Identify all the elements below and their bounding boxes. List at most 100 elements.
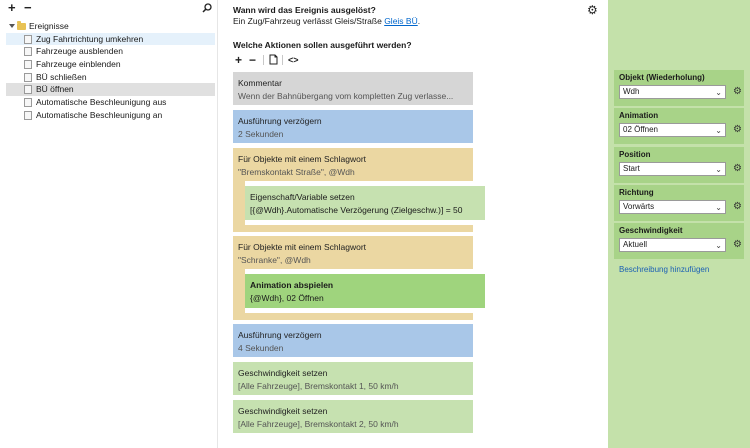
chevron-down-icon: ⌄ [715, 241, 722, 250]
event-editor: Wann wird das Ereignis ausgelöst? Ein Zu… [225, 0, 608, 448]
prop-animation: Animation 02 Öffnen ⌄ ⚙ [614, 108, 744, 144]
chevron-down-icon: ⌄ [715, 203, 722, 212]
action-detail: 2 Sekunden [238, 129, 284, 139]
tree-folder-ereignisse[interactable]: Ereignisse [0, 20, 218, 33]
document-icon [24, 34, 32, 44]
tree-item-label: Automatische Beschleunigung an [36, 109, 163, 120]
action-play-animation[interactable]: Animation abspielen {@Wdh}, 02 Öffnen [245, 274, 485, 308]
chevron-down-icon: ⌄ [715, 88, 722, 97]
trigger-question: Wann wird das Ereignis ausgelöst? [233, 5, 376, 15]
search-icon[interactable] [202, 3, 212, 17]
toolbar-divider [282, 55, 283, 65]
document-icon [24, 85, 32, 95]
loop-bracket [233, 269, 245, 313]
action-foreach-tag[interactable]: Für Objekte mit einem Schlagwort "Bremsk… [233, 148, 473, 181]
action-comment[interactable]: Kommentar Wenn der Bahnübergang vom komp… [233, 72, 473, 105]
tree-item-label: Fahrzeuge ausblenden [36, 46, 123, 57]
prop-direction: Richtung Vorwärts ⌄ ⚙ [614, 185, 744, 221]
app-window: + − Ereignisse Zug Fahrtrichtung umkehre… [0, 0, 750, 448]
tree-item-label: BÜ schließen [36, 71, 87, 82]
tree-item-label: BÜ öffnen [36, 84, 74, 95]
select-value: Wdh [623, 87, 640, 96]
action-title: Ausführung verzögern [238, 330, 322, 340]
prop-label: Position [619, 150, 651, 159]
action-foreach-tag[interactable]: Für Objekte mit einem Schlagwort "Schran… [233, 236, 473, 269]
prop-label: Animation [619, 111, 659, 120]
gear-icon[interactable]: ⚙ [587, 3, 598, 17]
action-delay[interactable]: Ausführung verzögern 2 Sekunden [233, 110, 473, 143]
direction-select[interactable]: Vorwärts ⌄ [619, 200, 726, 214]
prop-position: Position Start ⌄ ⚙ [614, 147, 744, 183]
folder-icon [17, 21, 26, 30]
document-icon [24, 110, 32, 120]
action-set-speed[interactable]: Geschwindigkeit setzen [Alle Fahrzeuge],… [233, 400, 473, 433]
gear-icon[interactable]: ⚙ [733, 238, 742, 251]
action-detail: 4 Sekunden [238, 343, 284, 353]
action-title: Eigenschaft/Variable setzen [250, 192, 355, 202]
action-detail: {@Wdh}, 02 Öffnen [250, 293, 324, 303]
prop-label: Geschwindigkeit [619, 226, 683, 235]
position-select[interactable]: Start ⌄ [619, 162, 726, 176]
action-detail: Wenn der Bahnübergang vom kompletten Zug… [238, 91, 454, 101]
prop-speed: Geschwindigkeit Aktuell ⌄ ⚙ [614, 223, 744, 259]
document-icon [24, 60, 32, 70]
prop-object: Objekt (Wiederholung) Wdh ⌄ ⚙ [614, 70, 744, 106]
action-detail: [{@Wdh}.Automatische Verzögerung (Zielge… [250, 205, 463, 215]
animation-select[interactable]: 02 Öffnen ⌄ [619, 123, 726, 137]
action-set-speed[interactable]: Geschwindigkeit setzen [Alle Fahrzeuge],… [233, 362, 473, 395]
tree-item-fahrzeuge-ausblenden[interactable]: Fahrzeuge ausblenden [0, 45, 218, 58]
gear-icon[interactable]: ⚙ [733, 85, 742, 98]
chevron-down-icon[interactable] [9, 24, 15, 28]
document-icon [24, 47, 32, 57]
gear-icon[interactable]: ⚙ [733, 200, 742, 213]
document-icon [24, 98, 32, 108]
action-detail: "Bremskontakt Straße", @Wdh [238, 167, 355, 177]
add-action-button[interactable]: + [235, 54, 242, 66]
action-delay[interactable]: Ausführung verzögern 4 Sekunden [233, 324, 473, 357]
copy-icon[interactable] [269, 54, 278, 67]
object-select[interactable]: Wdh ⌄ [619, 85, 726, 99]
speed-select[interactable]: Aktuell ⌄ [619, 238, 726, 252]
tree-item-label: Automatische Beschleunigung aus [36, 97, 167, 108]
action-title: Geschwindigkeit setzen [238, 368, 328, 378]
events-toolbar: + − [0, 1, 218, 17]
action-title: Animation abspielen [250, 280, 334, 290]
action-title: Für Objekte mit einem Schlagwort [238, 242, 367, 252]
prop-label: Richtung [619, 188, 654, 197]
tree-item-fahrzeuge-einblenden[interactable]: Fahrzeuge einblenden [0, 58, 218, 71]
events-tree: Ereignisse Zug Fahrtrichtung umkehren Fa… [0, 20, 218, 122]
toolbar-divider [263, 55, 264, 65]
gear-icon[interactable]: ⚙ [733, 162, 742, 175]
events-panel: + − Ereignisse Zug Fahrtrichtung umkehre… [0, 0, 218, 448]
action-title: Für Objekte mit einem Schlagwort [238, 154, 367, 164]
tree-item-zug-fahrtrichtung[interactable]: Zug Fahrtrichtung umkehren [6, 32, 215, 46]
remove-action-button[interactable]: − [249, 54, 256, 66]
action-title: Kommentar [238, 78, 282, 88]
trigger-text: Ein Zug/Fahrzeug verlässt Gleis/Straße [233, 16, 382, 26]
action-title: Geschwindigkeit setzen [238, 406, 328, 416]
action-set-variable[interactable]: Eigenschaft/Variable setzen [{@Wdh}.Auto… [245, 186, 485, 220]
tree-item-bue-schliessen[interactable]: BÜ schließen [0, 71, 218, 84]
chevron-down-icon: ⌄ [715, 165, 722, 174]
add-description-link[interactable]: Beschreibung hinzufügen [619, 265, 709, 274]
chevron-down-icon: ⌄ [715, 126, 722, 135]
tree-item-auto-beschleunigung-an[interactable]: Automatische Beschleunigung an [0, 109, 218, 122]
properties-panel: Objekt (Wiederholung) Wdh ⌄ ⚙ Animation … [608, 0, 750, 448]
loop-bracket [233, 181, 245, 225]
remove-event-button[interactable]: − [24, 1, 32, 16]
add-event-button[interactable]: + [8, 1, 16, 16]
code-view-button[interactable]: <> [288, 54, 299, 66]
loop-end [233, 313, 473, 320]
tree-item-auto-beschleunigung-aus[interactable]: Automatische Beschleunigung aus [0, 96, 218, 109]
trigger-track-link[interactable]: Gleis BÜ [384, 16, 418, 26]
tree-folder-label: Ereignisse [29, 21, 69, 31]
gear-icon[interactable]: ⚙ [733, 123, 742, 136]
select-value: Start [623, 164, 640, 173]
tree-item-label: Fahrzeuge einblenden [36, 59, 121, 70]
tree-item-label: Zug Fahrtrichtung umkehren [36, 33, 144, 44]
action-detail: [Alle Fahrzeuge], Bremskontakt 2, 50 km/… [238, 419, 399, 429]
actions-question: Welche Aktionen sollen ausgeführt werden… [233, 40, 412, 50]
action-detail: "Schranke", @Wdh [238, 255, 311, 265]
tree-item-bue-oeffnen[interactable]: BÜ öffnen [6, 83, 215, 97]
select-value: Aktuell [623, 240, 648, 249]
